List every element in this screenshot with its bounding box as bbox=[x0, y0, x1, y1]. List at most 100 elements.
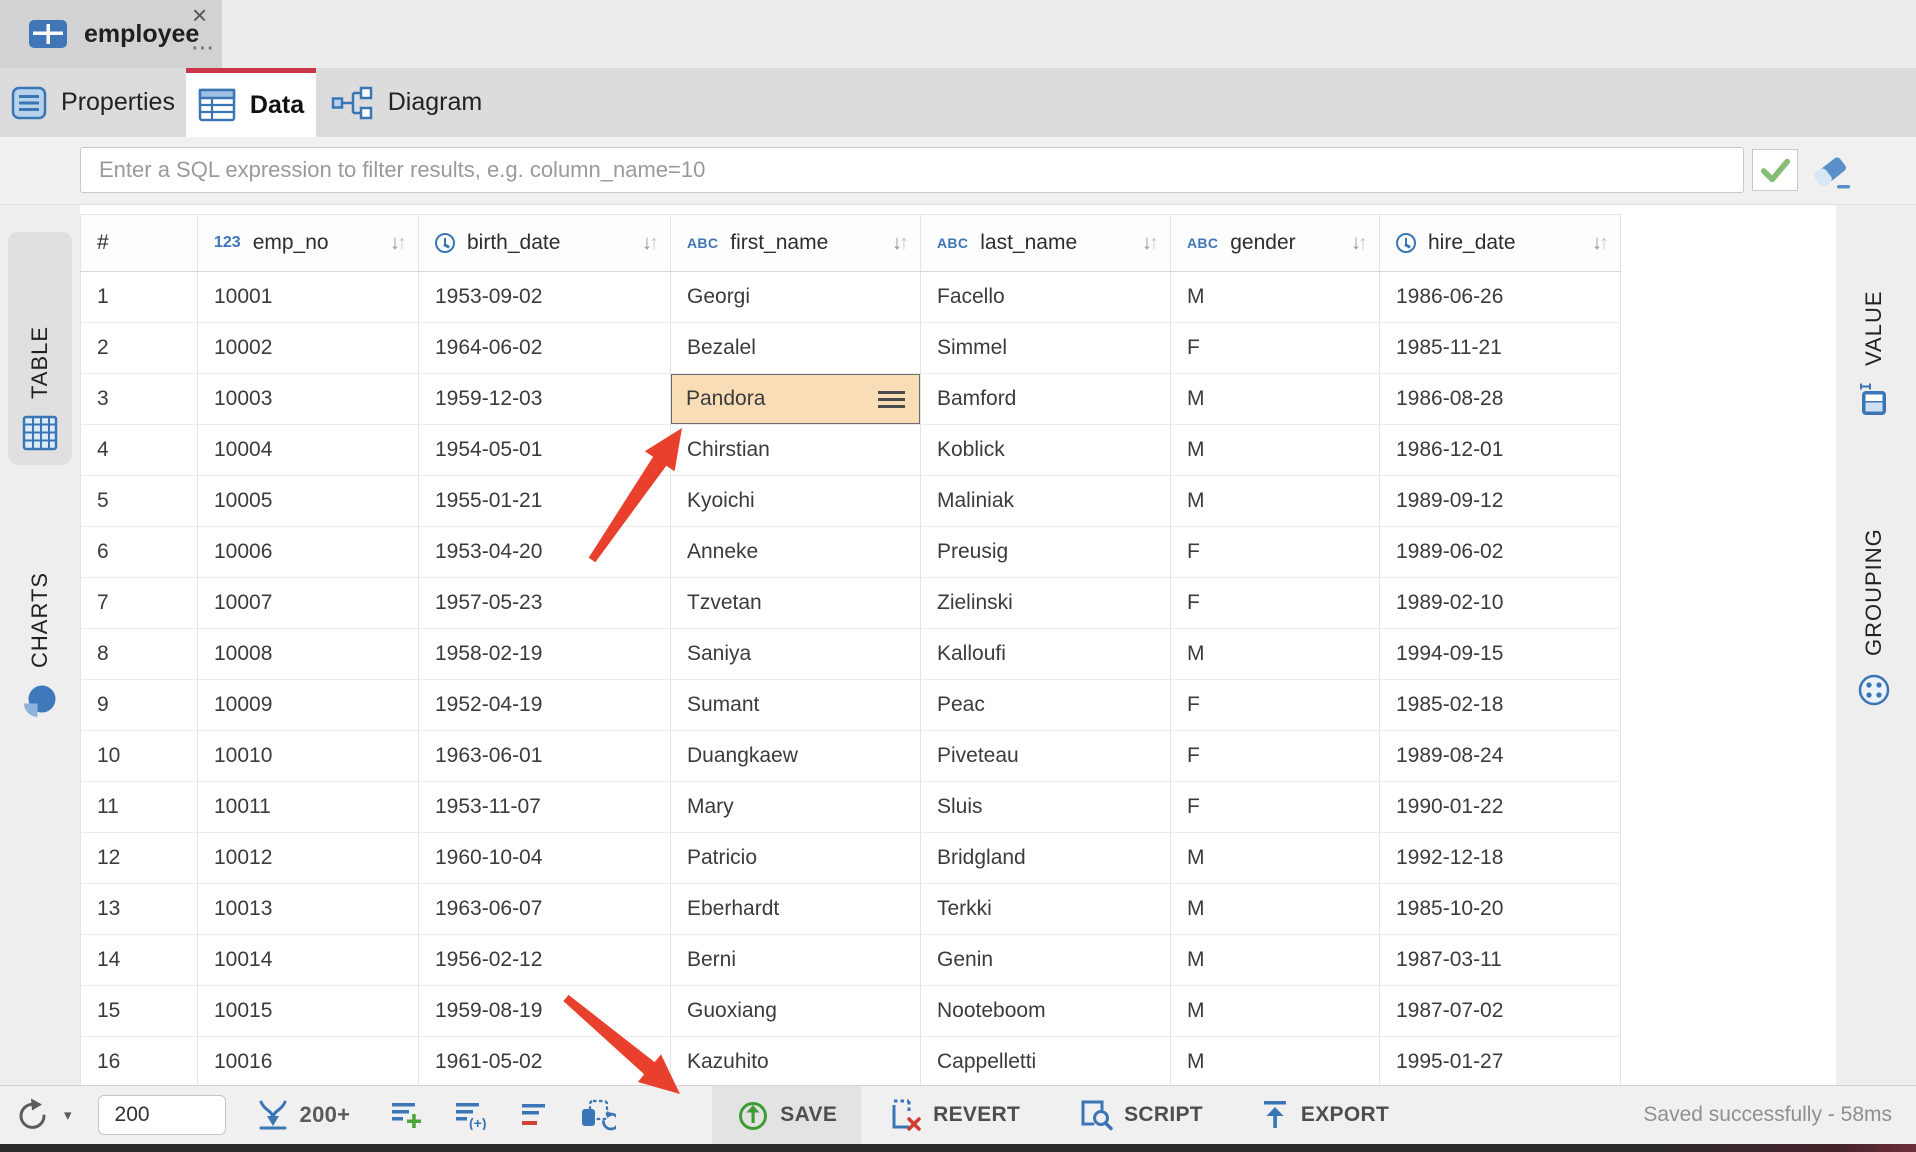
sort-arrows-icon[interactable]: ↓↑ bbox=[1592, 232, 1606, 255]
save-button[interactable]: SAVE bbox=[712, 1086, 861, 1145]
cell-last_name[interactable]: Preusig bbox=[921, 527, 1171, 578]
cell-first_name[interactable]: Anneke bbox=[671, 527, 921, 578]
cell-gender[interactable]: M bbox=[1171, 833, 1380, 884]
cell-birth_date[interactable]: 1964-06-02 bbox=[419, 323, 671, 374]
add-row-button[interactable] bbox=[390, 1100, 426, 1130]
cell-birth_date[interactable]: 1956-02-12 bbox=[419, 935, 671, 986]
cell-first_name[interactable]: Duangkaew bbox=[671, 731, 921, 782]
cell-last_name[interactable]: Bridgland bbox=[921, 833, 1171, 884]
script-button[interactable]: SCRIPT bbox=[1076, 1097, 1203, 1133]
cell-first_name[interactable]: Bezalel bbox=[671, 323, 921, 374]
cell-gender[interactable]: M bbox=[1171, 935, 1380, 986]
apply-filter-button[interactable] bbox=[1752, 149, 1798, 191]
cell-emp_no[interactable]: 10001 bbox=[198, 272, 419, 323]
cell-emp_no[interactable]: 10006 bbox=[198, 527, 419, 578]
cell-birth_date[interactable]: 1963-06-01 bbox=[419, 731, 671, 782]
cell-last_name[interactable]: Peac bbox=[921, 680, 1171, 731]
cell-gender[interactable]: M bbox=[1171, 425, 1380, 476]
cell-last_name[interactable]: Cappelletti bbox=[921, 1037, 1171, 1088]
tab-data[interactable]: Data bbox=[186, 68, 316, 137]
column-header-hire_date[interactable]: hire_date↓↑ bbox=[1380, 215, 1621, 272]
cell-hire_date[interactable]: 1985-02-18 bbox=[1380, 680, 1621, 731]
cell-first_name[interactable]: Saniya bbox=[671, 629, 921, 680]
cell-last_name[interactable]: Kalloufi bbox=[921, 629, 1171, 680]
cell-emp_no[interactable]: 10002 bbox=[198, 323, 419, 374]
row-number-cell[interactable]: 10 bbox=[81, 731, 198, 782]
cell-emp_no[interactable]: 10007 bbox=[198, 578, 419, 629]
row-number-cell[interactable]: 8 bbox=[81, 629, 198, 680]
cell-birth_date[interactable]: 1954-05-01 bbox=[419, 425, 671, 476]
row-number-cell[interactable]: 7 bbox=[81, 578, 198, 629]
cell-gender[interactable]: M bbox=[1171, 986, 1380, 1037]
cell-emp_no[interactable]: 10013 bbox=[198, 884, 419, 935]
sort-arrows-icon[interactable]: ↓↑ bbox=[390, 232, 404, 255]
cell-gender[interactable]: F bbox=[1171, 527, 1380, 578]
cell-emp_no[interactable]: 10014 bbox=[198, 935, 419, 986]
row-number-cell[interactable]: 2 bbox=[81, 323, 198, 374]
row-number-cell[interactable]: 12 bbox=[81, 833, 198, 884]
sort-arrows-icon[interactable]: ↓↑ bbox=[642, 232, 656, 255]
cell-hire_date[interactable]: 1986-08-28 bbox=[1380, 374, 1621, 425]
cell-emp_no[interactable]: 10004 bbox=[198, 425, 419, 476]
cell-emp_no[interactable]: 10005 bbox=[198, 476, 419, 527]
cell-last_name[interactable]: Simmel bbox=[921, 323, 1171, 374]
column-header-emp_no[interactable]: 123emp_no↓↑ bbox=[198, 215, 419, 272]
rail-tab-table[interactable]: TABLE bbox=[8, 232, 72, 465]
inline-cell-editor[interactable]: Pandora bbox=[671, 374, 921, 425]
sql-filter-input[interactable] bbox=[80, 147, 1744, 193]
cell-gender[interactable]: M bbox=[1171, 272, 1380, 323]
cell-emp_no[interactable]: 10010 bbox=[198, 731, 419, 782]
column-header-birth_date[interactable]: birth_date↓↑ bbox=[419, 215, 671, 272]
cell-gender[interactable]: M bbox=[1171, 884, 1380, 935]
cell-gender[interactable]: M bbox=[1171, 629, 1380, 680]
cell-last_name[interactable]: Piveteau bbox=[921, 731, 1171, 782]
cell-birth_date[interactable]: 1953-11-07 bbox=[419, 782, 671, 833]
cell-hire_date[interactable]: 1992-12-18 bbox=[1380, 833, 1621, 884]
cell-hire_date[interactable]: 1985-10-20 bbox=[1380, 884, 1621, 935]
sort-arrows-icon[interactable]: ↓↑ bbox=[1351, 232, 1365, 255]
cell-first_name[interactable]: Guoxiang bbox=[671, 986, 921, 1037]
cell-gender[interactable]: F bbox=[1171, 323, 1380, 374]
rail-tab-grouping[interactable]: GROUPING bbox=[1842, 446, 1906, 722]
cell-birth_date[interactable]: 1959-08-19 bbox=[419, 986, 671, 1037]
cell-hire_date[interactable]: 1990-01-22 bbox=[1380, 782, 1621, 833]
cell-hire_date[interactable]: 1994-09-15 bbox=[1380, 629, 1621, 680]
cell-first_name[interactable]: Sumant bbox=[671, 680, 921, 731]
cell-hire_date[interactable]: 1985-11-21 bbox=[1380, 323, 1621, 374]
cell-first_name[interactable]: Kazuhito bbox=[671, 1037, 921, 1088]
cell-editor-menu-icon[interactable] bbox=[878, 391, 905, 408]
cell-gender[interactable]: F bbox=[1171, 578, 1380, 629]
row-number-cell[interactable]: 14 bbox=[81, 935, 198, 986]
tab-diagram[interactable]: Diagram bbox=[316, 68, 496, 137]
cell-hire_date[interactable]: 1989-02-10 bbox=[1380, 578, 1621, 629]
cell-hire_date[interactable]: 1989-06-02 bbox=[1380, 527, 1621, 578]
refresh-cell-button[interactable] bbox=[580, 1099, 616, 1131]
cell-hire_date[interactable]: 1987-07-02 bbox=[1380, 986, 1621, 1037]
cell-birth_date[interactable]: 1953-04-20 bbox=[419, 527, 671, 578]
rail-tab-value[interactable]: VALUE bbox=[1842, 228, 1906, 432]
cell-emp_no[interactable]: 10003 bbox=[198, 374, 419, 425]
cell-gender[interactable]: F bbox=[1171, 782, 1380, 833]
row-number-cell[interactable]: 4 bbox=[81, 425, 198, 476]
cell-last_name[interactable]: Facello bbox=[921, 272, 1171, 323]
row-number-cell[interactable]: 5 bbox=[81, 476, 198, 527]
cell-gender[interactable]: F bbox=[1171, 680, 1380, 731]
tab-properties[interactable]: Properties bbox=[0, 68, 186, 137]
row-number-cell[interactable]: 9 bbox=[81, 680, 198, 731]
clear-filter-button[interactable] bbox=[1808, 151, 1856, 193]
cell-gender[interactable]: M bbox=[1171, 1037, 1380, 1088]
cell-gender[interactable]: M bbox=[1171, 374, 1380, 425]
row-number-cell[interactable]: 6 bbox=[81, 527, 198, 578]
cell-hire_date[interactable]: 1986-12-01 bbox=[1380, 425, 1621, 476]
delete-row-button[interactable] bbox=[520, 1100, 552, 1130]
export-button[interactable]: EXPORT bbox=[1259, 1097, 1389, 1133]
cell-first_name[interactable]: Pandora bbox=[671, 374, 921, 425]
column-header-gender[interactable]: ABCgender↓↑ bbox=[1171, 215, 1380, 272]
cell-emp_no[interactable]: 10008 bbox=[198, 629, 419, 680]
cell-birth_date[interactable]: 1958-02-19 bbox=[419, 629, 671, 680]
cell-last_name[interactable]: Zielinski bbox=[921, 578, 1171, 629]
tab-overflow-icon[interactable]: ··· bbox=[192, 38, 215, 61]
cell-last_name[interactable]: Genin bbox=[921, 935, 1171, 986]
cell-first_name[interactable]: Patricio bbox=[671, 833, 921, 884]
cell-gender[interactable]: M bbox=[1171, 476, 1380, 527]
